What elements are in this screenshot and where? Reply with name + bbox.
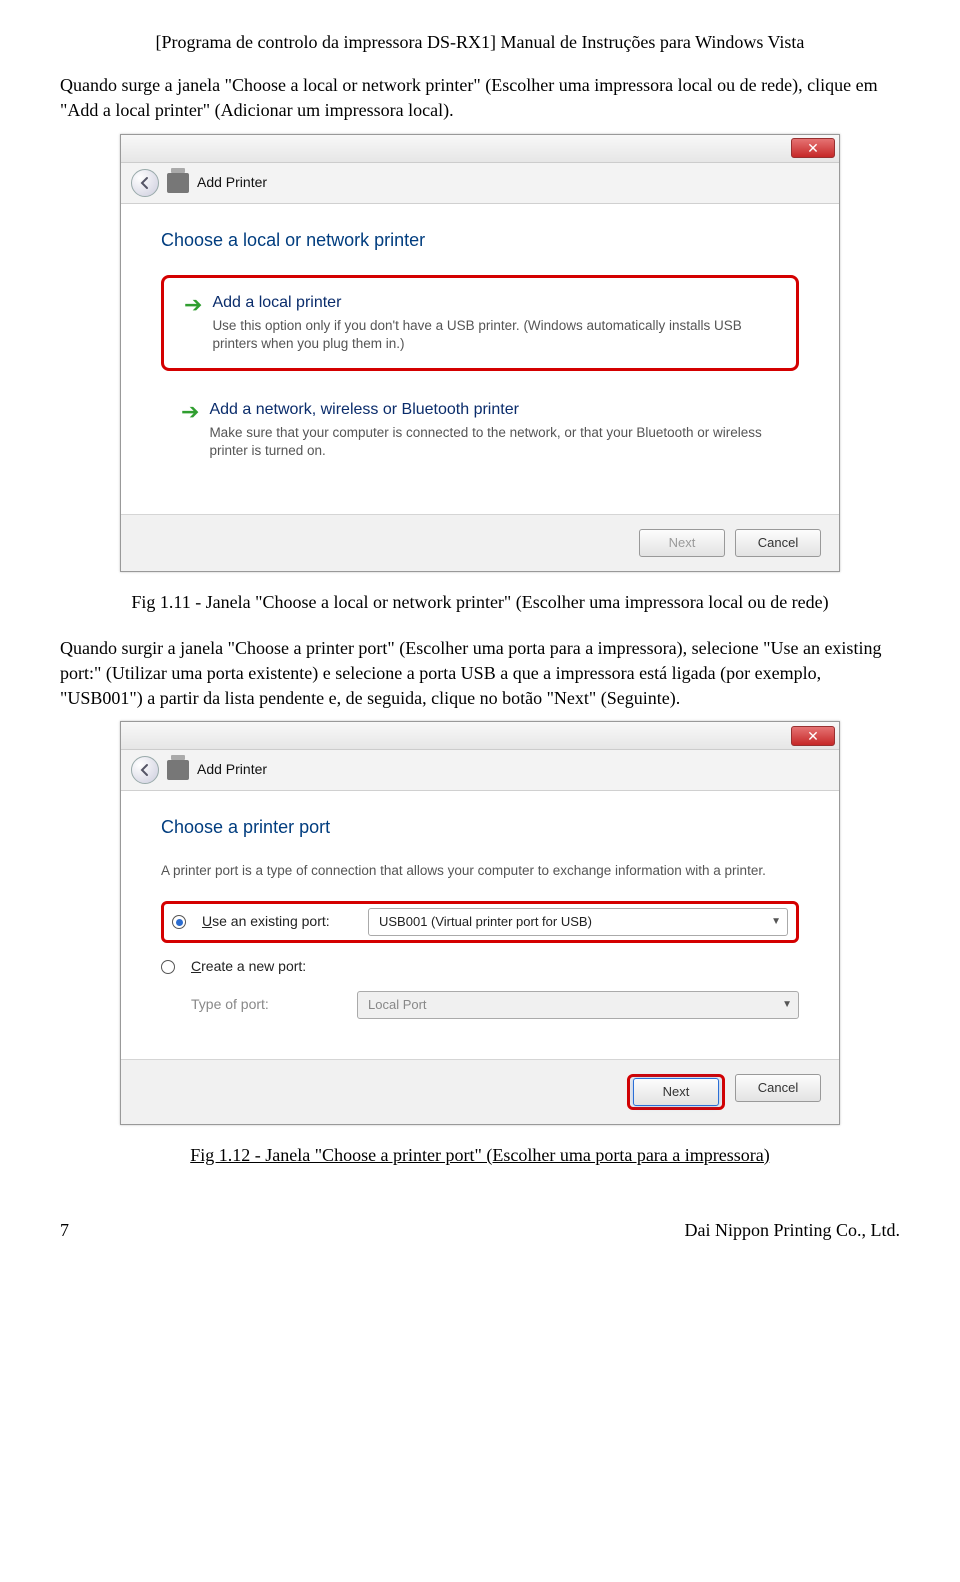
dialog-heading: Choose a local or network printer bbox=[161, 228, 799, 253]
option-title: Add a network, wireless or Bluetooth pri… bbox=[209, 399, 783, 421]
dialog-body: Choose a local or network printer ➔ Add … bbox=[121, 204, 839, 515]
row-use-existing-port: Use an existing port: USB001 (Virtual pr… bbox=[161, 901, 799, 943]
company-name: Dai Nippon Printing Co., Ltd. bbox=[685, 1218, 901, 1243]
label-type-of-port: Type of port: bbox=[191, 995, 341, 1015]
page-number: 7 bbox=[60, 1218, 69, 1243]
dialog-description: A printer port is a type of connection t… bbox=[161, 862, 799, 881]
back-icon[interactable] bbox=[131, 756, 159, 784]
dialog-toolbar: Add Printer bbox=[121, 750, 839, 791]
dropdown-existing-port[interactable]: USB001 (Virtual printer port for USB) ▼ bbox=[368, 908, 788, 936]
dialog-choose-local-or-network: ✕ Add Printer Choose a local or network … bbox=[120, 134, 840, 573]
dropdown-value: USB001 (Virtual printer port for USB) bbox=[379, 913, 592, 931]
paragraph-2: Quando surgir a janela "Choose a printer… bbox=[60, 636, 900, 712]
document-header: [Programa de controlo da impressora DS-R… bbox=[60, 30, 900, 55]
row-create-new-port: Create a new port: bbox=[161, 957, 799, 977]
cancel-button[interactable]: Cancel bbox=[735, 529, 821, 557]
dialog-heading: Choose a printer port bbox=[161, 815, 799, 840]
arrow-right-icon: ➔ bbox=[181, 401, 199, 423]
option-description: Make sure that your computer is connecte… bbox=[209, 424, 783, 460]
dialog-footer: Next Cancel bbox=[121, 514, 839, 571]
radio-create-new-port[interactable] bbox=[161, 960, 175, 974]
close-icon[interactable]: ✕ bbox=[791, 726, 835, 746]
next-button[interactable]: Next bbox=[639, 529, 725, 557]
paragraph-1: Quando surge a janela "Choose a local or… bbox=[60, 73, 900, 123]
dropdown-value: Local Port bbox=[368, 996, 427, 1014]
option-add-local-printer[interactable]: ➔ Add a local printer Use this option on… bbox=[161, 275, 799, 371]
dialog-body: Choose a printer port A printer port is … bbox=[121, 791, 839, 1059]
next-button[interactable]: Next bbox=[633, 1078, 719, 1106]
option-add-network-printer[interactable]: ➔ Add a network, wireless or Bluetooth p… bbox=[161, 385, 799, 475]
dialog-footer: Next Cancel bbox=[121, 1059, 839, 1124]
dropdown-type-of-port: Local Port ▼ bbox=[357, 991, 799, 1019]
printer-icon bbox=[167, 173, 189, 193]
label-create-new-port: Create a new port: bbox=[191, 957, 341, 977]
label-use-existing-port: Use an existing port: bbox=[202, 912, 352, 932]
arrow-right-icon: ➔ bbox=[184, 294, 202, 316]
dialog-choose-printer-port: ✕ Add Printer Choose a printer port A pr… bbox=[120, 721, 840, 1125]
dialog-titlebar: ✕ bbox=[121, 722, 839, 750]
dialog-toolbar-label: Add Printer bbox=[197, 173, 267, 193]
option-description: Use this option only if you don't have a… bbox=[212, 317, 780, 353]
back-icon[interactable] bbox=[131, 169, 159, 197]
dialog-toolbar: Add Printer bbox=[121, 163, 839, 204]
cancel-button[interactable]: Cancel bbox=[735, 1074, 821, 1102]
next-button-highlight: Next bbox=[627, 1074, 725, 1110]
figure-caption-2: Fig 1.12 - Janela "Choose a printer port… bbox=[60, 1143, 900, 1168]
option-title: Add a local printer bbox=[212, 292, 780, 314]
chevron-down-icon: ▼ bbox=[771, 915, 781, 929]
row-type-of-port: Type of port: Local Port ▼ bbox=[161, 991, 799, 1019]
printer-icon bbox=[167, 760, 189, 780]
dialog-toolbar-label: Add Printer bbox=[197, 760, 267, 780]
radio-use-existing-port[interactable] bbox=[172, 915, 186, 929]
figure-caption-1: Fig 1.11 - Janela "Choose a local or net… bbox=[60, 590, 900, 615]
close-icon[interactable]: ✕ bbox=[791, 138, 835, 158]
chevron-down-icon: ▼ bbox=[782, 998, 792, 1012]
page-footer: 7 Dai Nippon Printing Co., Ltd. bbox=[60, 1218, 900, 1243]
dialog-titlebar: ✕ bbox=[121, 135, 839, 163]
